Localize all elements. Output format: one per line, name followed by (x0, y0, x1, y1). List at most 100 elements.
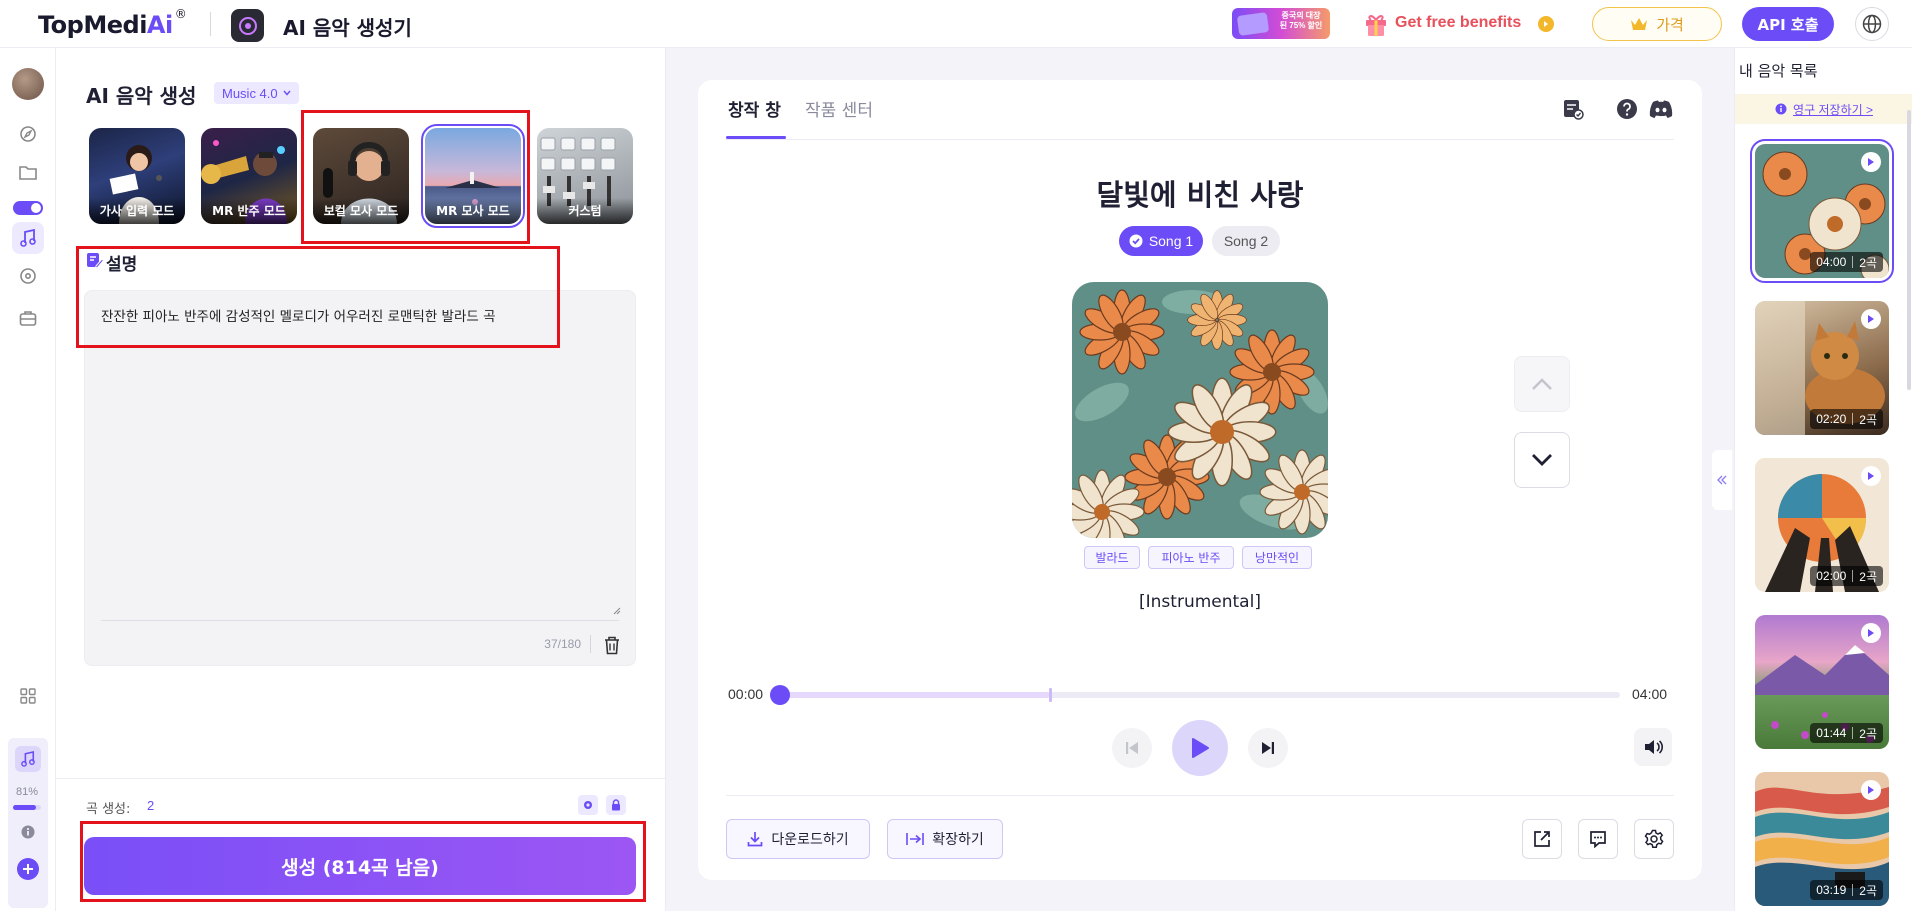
check-circle-icon (1129, 234, 1143, 248)
collapse-panel-icon[interactable] (1712, 450, 1732, 510)
play-icon[interactable] (1861, 466, 1881, 486)
gift-icon[interactable] (1364, 11, 1388, 37)
progress-knob[interactable] (770, 685, 790, 705)
playlist-item[interactable]: 01:44 2곡 (1755, 615, 1889, 749)
panel-footer-divider (56, 778, 666, 779)
textarea-divider (101, 620, 619, 621)
description-title: 설명 (106, 255, 138, 275)
tabs-divider (726, 139, 1674, 140)
next-song-arrow[interactable] (1514, 432, 1570, 488)
chevron-right-icon[interactable] (1538, 16, 1554, 32)
music-note-icon[interactable] (16, 226, 40, 250)
playlist-item[interactable]: 02:20 2곡 (1755, 301, 1889, 435)
album-cover (1072, 282, 1328, 538)
save-permanently-banner[interactable]: 영구 저장하기 > (1735, 94, 1912, 124)
trash-icon[interactable] (603, 635, 621, 655)
generate-button[interactable]: 생성 (814곡 남음) (84, 837, 636, 895)
disc-icon[interactable] (16, 264, 40, 288)
mode-tile-lyrics-input[interactable]: 가사 입력 모드 (89, 128, 185, 224)
help-icon[interactable] (1614, 96, 1640, 122)
feedback-comment-icon[interactable] (1578, 819, 1618, 859)
active-tab-underline (726, 136, 786, 139)
volume-icon[interactable] (1634, 728, 1672, 766)
scrollbar[interactable] (1907, 110, 1911, 390)
mode-tile-custom[interactable]: 커스텀 (537, 128, 633, 224)
play-icon[interactable] (1861, 623, 1881, 643)
song-meta: 04:00 2곡 (1810, 252, 1883, 272)
progress-track[interactable] (780, 688, 1620, 702)
language-globe-icon[interactable] (1855, 7, 1889, 41)
topmediai-logo[interactable]: TopMediAi ® (38, 7, 187, 39)
folder-icon[interactable] (16, 160, 40, 184)
genre-tag[interactable]: 발라드 (1084, 546, 1140, 569)
play-icon[interactable] (1861, 309, 1881, 329)
toolbox-icon[interactable] (16, 306, 40, 330)
tab-works-center[interactable]: 작품 센터 (805, 96, 873, 121)
chevron-down-icon (283, 90, 291, 96)
pricing-button[interactable]: 가격 (1592, 7, 1722, 41)
count-divider (590, 635, 591, 653)
mode-toggle[interactable] (13, 201, 43, 215)
play-icon[interactable] (1172, 720, 1228, 776)
info-icon[interactable] (16, 820, 40, 844)
model-version-select[interactable]: Music 4.0 (214, 82, 299, 104)
info-icon (1775, 103, 1787, 115)
song-meta: 01:44 2곡 (1810, 723, 1883, 743)
add-plus-icon[interactable] (17, 858, 39, 880)
settings-gear-icon[interactable] (578, 795, 598, 815)
song-2-chip[interactable]: Song 2 (1212, 226, 1280, 256)
playlist-item[interactable]: 02:00 2곡 (1755, 458, 1889, 592)
my-music-list: 내 음악 목록 영구 저장하기 > 04:00 2곡 02:20 2곡 02:00 2… (1734, 48, 1912, 911)
user-avatar[interactable] (12, 68, 44, 100)
free-benefits-link[interactable]: Get free benefits (1395, 14, 1521, 32)
api-call-button[interactable]: API 호출 (1742, 7, 1834, 41)
tab-create[interactable]: 창작 창 (728, 96, 781, 121)
total-time: 04:00 (1632, 686, 1668, 702)
apps-grid-icon[interactable] (16, 684, 40, 708)
char-count: 37/180 (544, 637, 581, 651)
generation-panel: AI 음악 생성 Music 4.0 가사 입력 모드 MR 반주 모드 보컬 … (56, 48, 666, 911)
top-bar: TopMediAi ® AI 음악 생성기 중국의 대장된 75% 할인 Get … (0, 0, 1912, 48)
discord-icon[interactable] (1648, 96, 1674, 122)
mode-tile-mr-accompaniment[interactable]: MR 반주 모드 (201, 128, 297, 224)
previous-song-arrow[interactable] (1514, 356, 1570, 412)
lock-icon[interactable] (606, 795, 626, 815)
playlist-item[interactable]: 03:19 2곡 (1755, 772, 1889, 906)
usage-percent: 81% (16, 786, 39, 798)
lyrics-text: [Instrumental] (1139, 592, 1261, 612)
promo-banner[interactable]: 중국의 대장된 75% 할인 (1232, 8, 1330, 39)
extend-button[interactable]: 확장하기 (887, 819, 1003, 859)
explore-icon[interactable] (16, 122, 40, 146)
usage-progress-bar (13, 805, 41, 810)
crown-icon (1631, 18, 1648, 30)
genre-tag[interactable]: 피아노 반주 (1148, 546, 1234, 569)
mode-tile-mr-imitation[interactable]: MR 모사 모드 (421, 124, 525, 228)
mode-tile-vocal-imitation[interactable]: 보컬 모사 모드 (313, 128, 409, 224)
play-icon[interactable] (1861, 780, 1881, 800)
settings-gear-icon[interactable] (1634, 819, 1674, 859)
controls-divider (726, 795, 1674, 796)
download-button[interactable]: 다운로드하기 (726, 819, 870, 859)
song-meta: 03:19 2곡 (1810, 880, 1883, 900)
description-textarea[interactable]: 잔잔한 피아노 반주에 감성적인 멜로디가 어우러진 로맨틱한 발라드 곡 37… (84, 290, 636, 666)
resize-handle-icon[interactable] (613, 607, 621, 615)
description-text[interactable]: 잔잔한 피아노 반주에 감성적인 멜로디가 어우러진 로맨틱한 발라드 곡 (101, 305, 496, 325)
skip-next-icon[interactable] (1248, 728, 1288, 768)
genre-tag[interactable]: 낭만적인 (1242, 546, 1312, 569)
music-generator-app-icon (231, 9, 264, 42)
player-card: 창작 창 작품 센터 달빛에 비친 사랑 Song 1 Song 2 발라드 피… (698, 80, 1702, 880)
left-rail: 81% (0, 48, 56, 911)
song-1-chip[interactable]: Song 1 (1119, 226, 1203, 256)
list-check-icon[interactable] (1560, 96, 1586, 122)
play-icon[interactable] (1861, 152, 1881, 172)
song-count-value[interactable]: 2 (147, 798, 154, 813)
music-note-icon[interactable] (15, 746, 41, 772)
skip-previous-icon[interactable] (1112, 728, 1152, 768)
edit-note-icon (86, 251, 104, 269)
share-export-icon[interactable] (1522, 819, 1562, 859)
extend-icon (906, 833, 925, 845)
download-icon (748, 832, 763, 847)
playlist-title: 내 음악 목록 (1739, 62, 1818, 80)
playlist-item[interactable]: 04:00 2곡 (1750, 139, 1894, 283)
song-title: 달빛에 비친 사랑 (1096, 178, 1304, 212)
